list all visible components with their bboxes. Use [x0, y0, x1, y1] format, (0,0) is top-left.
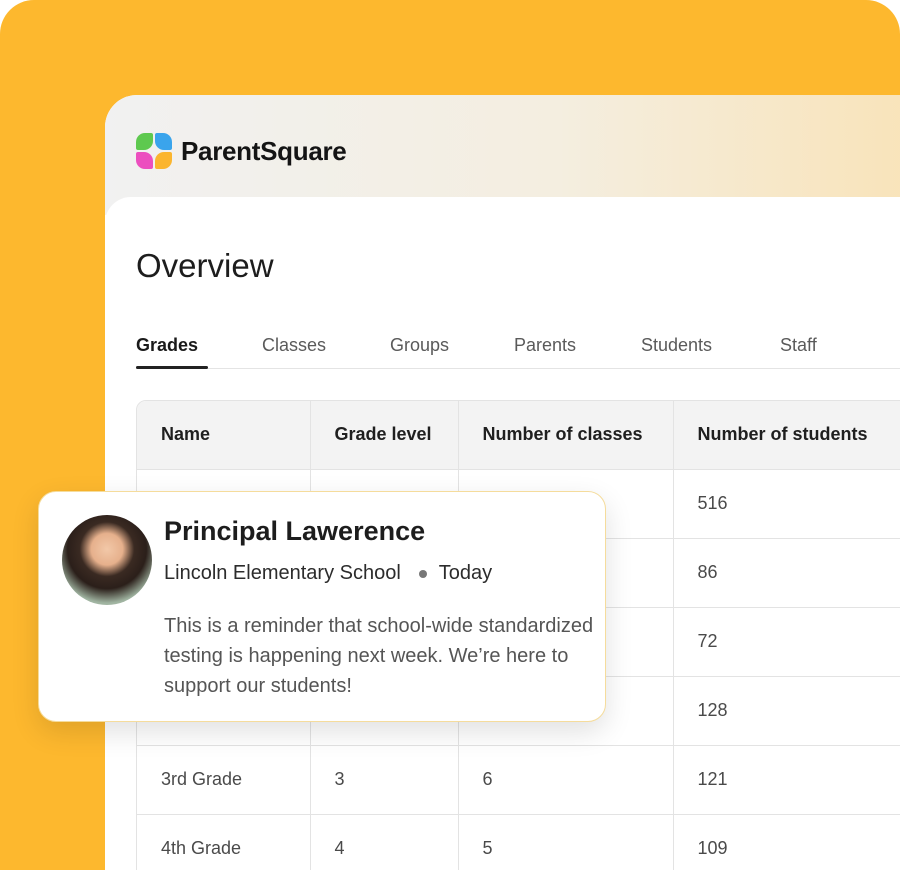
column-header-number-of-classes[interactable]: Number of classes [458, 401, 674, 470]
notification-meta: Lincoln Elementary School Today [164, 562, 492, 585]
cell-number-of-students: 128 [673, 676, 900, 746]
sender-name: Principal Lawerence [164, 516, 426, 546]
brand-name: ParentSquare [181, 135, 347, 166]
cell-number-of-students: 72 [673, 607, 900, 677]
table-row[interactable]: 3rd Grade 3 6 121 [137, 745, 900, 815]
cell-name: 3rd Grade [137, 745, 311, 815]
parentsquare-logo[interactable]: ParentSquare [136, 133, 347, 169]
cell-number-of-classes: 5 [458, 814, 674, 870]
cell-number-of-students: 86 [673, 538, 900, 608]
cell-name: 4th Grade [137, 814, 311, 870]
cell-number-of-students: 109 [673, 814, 900, 870]
tab-bar: Grades Classes Groups Parents Students S… [136, 333, 900, 369]
tab-grades[interactable]: Grades [136, 335, 198, 356]
column-header-grade-level[interactable]: Grade level [310, 401, 459, 470]
avatar [62, 515, 152, 605]
notification-message: This is a reminder that school-wide stan… [164, 615, 594, 697]
notification-card[interactable]: Principal Lawerence Lincoln Elementary S… [38, 491, 606, 722]
column-header-name[interactable]: Name [137, 401, 311, 470]
logo-icon [136, 133, 172, 169]
separator-dot-icon [418, 569, 427, 578]
tab-staff[interactable]: Staff [780, 335, 817, 356]
active-tab-indicator [136, 366, 208, 369]
school-name: Lincoln Elementary School [164, 562, 401, 584]
cell-grade-level: 4 [310, 814, 459, 870]
table-header-row: Name Grade level Number of classes Numbe… [137, 401, 900, 470]
page-title: Overview [136, 247, 274, 284]
table-row[interactable]: 4th Grade 4 5 109 [137, 814, 900, 870]
tab-classes[interactable]: Classes [262, 335, 326, 356]
cell-number-of-classes: 6 [458, 745, 674, 815]
cell-number-of-students: 121 [673, 745, 900, 815]
cell-number-of-students: 516 [673, 469, 900, 539]
cell-grade-level: 3 [310, 745, 459, 815]
tab-parents[interactable]: Parents [514, 335, 576, 356]
tab-groups[interactable]: Groups [390, 335, 449, 356]
notification-time: Today [438, 562, 493, 584]
app-window: ParentSquare Overview Grades Classes Gro… [105, 95, 900, 870]
column-header-number-of-students[interactable]: Number of students [673, 401, 900, 470]
tab-students[interactable]: Students [641, 335, 712, 356]
